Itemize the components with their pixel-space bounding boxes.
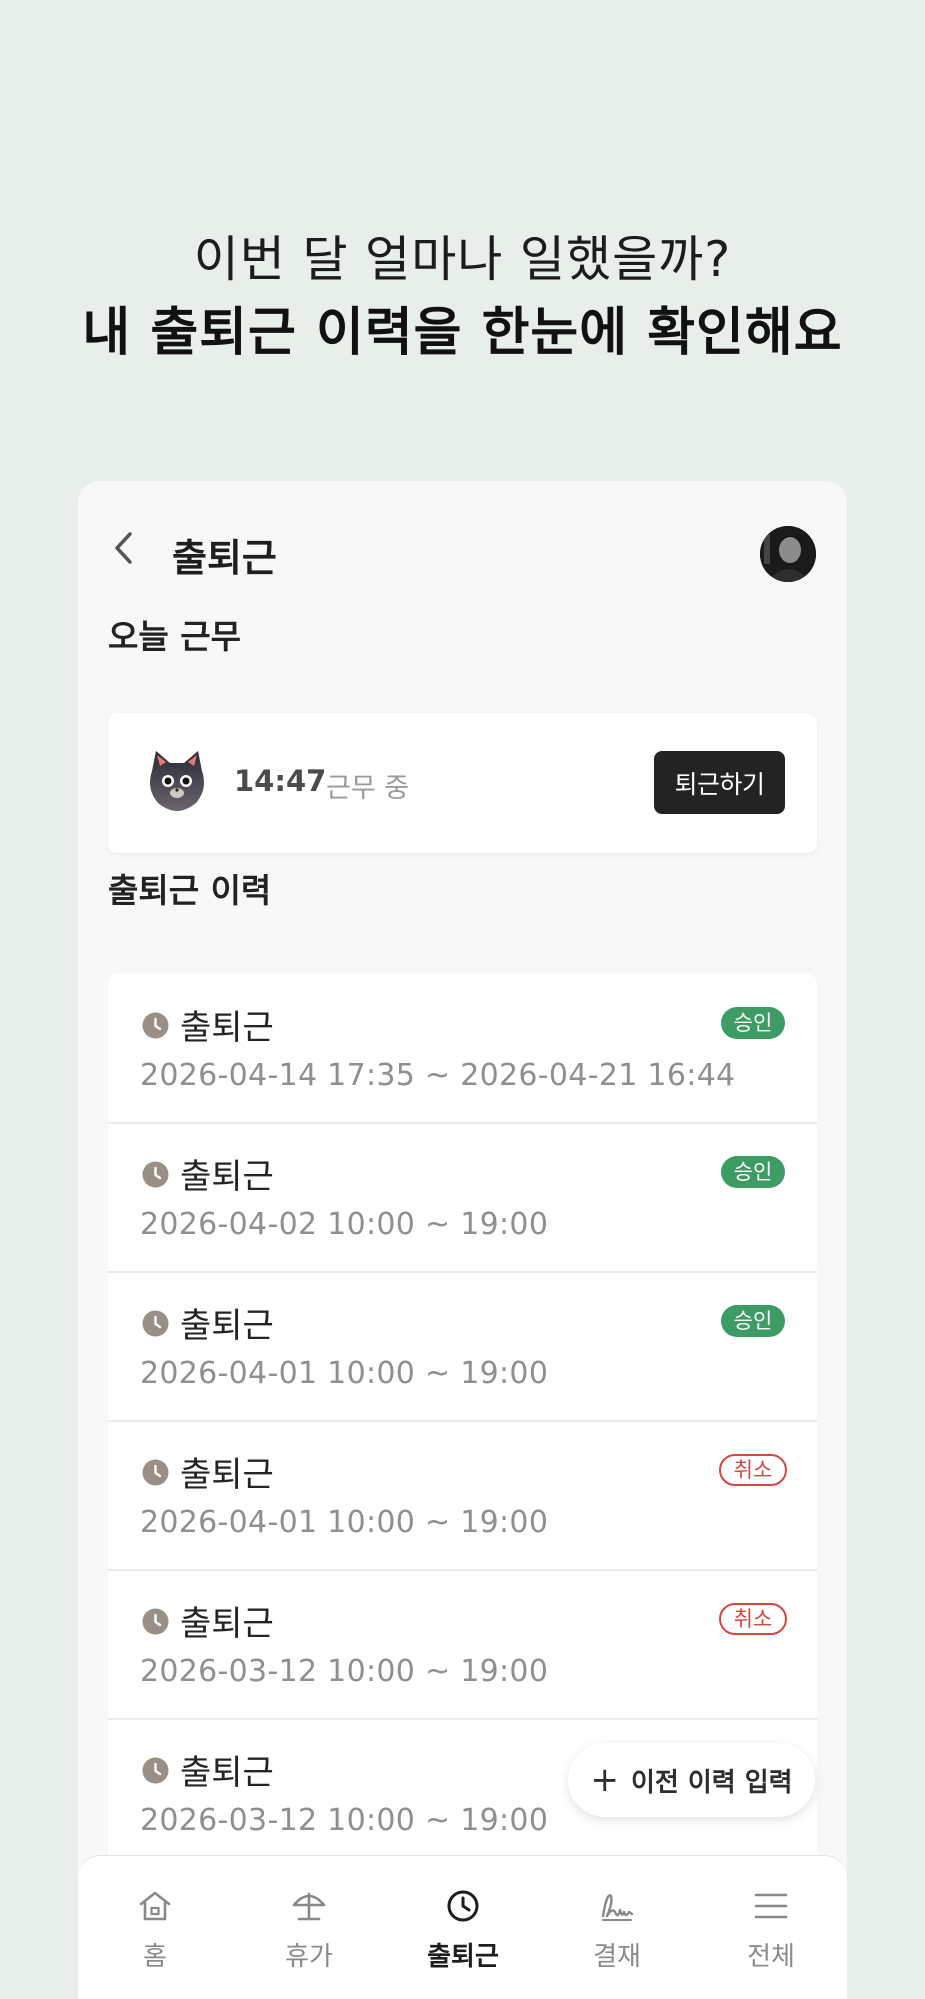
cat-avatar-icon <box>150 751 204 811</box>
work-time: 14:47 <box>234 764 327 798</box>
history-row-date: 2026-03-12 10:00 ~ 19:00 <box>140 1803 549 1838</box>
tab-vacation-label: 휴가 <box>285 1942 333 1972</box>
tab-approval[interactable]: 결재 <box>540 1856 694 1999</box>
history-row-date: 2026-04-01 10:00 ~ 19:00 <box>140 1505 549 1540</box>
promo-headline: 이번 달 얼마나 일했을까? 내 출퇴근 이력을 한눈에 확인해요 <box>0 225 925 371</box>
clock-icon <box>447 1890 479 1922</box>
menu-icon <box>754 1893 788 1919</box>
history-row[interactable]: 출퇴근 2026-04-01 10:00 ~ 19:00 승인 <box>108 1272 817 1422</box>
umbrella-icon <box>292 1892 326 1921</box>
leave-work-button[interactable]: 퇴근하기 <box>654 751 785 814</box>
history-row[interactable]: 출퇴근 2026-03-12 10:00 ~ 19:00 취소 <box>108 1570 817 1720</box>
clock-icon <box>142 1310 169 1337</box>
tab-home-label: 홈 <box>143 1942 167 1972</box>
history-row[interactable]: 출퇴근 2026-04-14 17:35 ~ 2026-04-21 16:44 승인 <box>108 974 817 1124</box>
headline-line-2: 내 출퇴근 이력을 한눈에 확인해요 <box>82 303 843 363</box>
page-title: 출퇴근 <box>172 536 277 580</box>
history-row-title: 출퇴근 <box>180 1008 274 1048</box>
work-status: 근무 중 <box>326 773 410 804</box>
history-row-title: 출퇴근 <box>180 1157 274 1197</box>
tab-approval-label: 결재 <box>593 1942 641 1972</box>
history-row-title: 출퇴근 <box>180 1753 274 1793</box>
history-row-title: 출퇴근 <box>180 1604 274 1644</box>
today-work-card: 14:47 근무 중 퇴근하기 <box>108 713 817 853</box>
status-badge: 취소 <box>719 1454 787 1486</box>
tab-attendance-label: 출퇴근 <box>427 1942 499 1972</box>
clock-icon <box>142 1012 169 1039</box>
bottom-tab-bar: 홈 휴가 출퇴근 결재 전체 <box>78 1856 847 1999</box>
status-badge: 승인 <box>721 1156 785 1188</box>
history-row-date: 2026-03-12 10:00 ~ 19:00 <box>140 1654 549 1689</box>
headline-line-1: 이번 달 얼마나 일했을까? <box>193 231 732 288</box>
history-row-title: 출퇴근 <box>180 1455 274 1495</box>
history-row[interactable]: 출퇴근 2026-04-01 10:00 ~ 19:00 취소 <box>108 1421 817 1571</box>
app-screen: 출퇴근 오늘 근무 14:47 근무 중 퇴근하기 출퇴근 이력 출퇴근 202… <box>78 481 847 1999</box>
status-badge: 승인 <box>721 1305 785 1337</box>
tab-vacation[interactable]: 휴가 <box>232 1856 386 1999</box>
avatar[interactable] <box>760 526 816 582</box>
tab-all-label: 전체 <box>747 1942 795 1972</box>
tab-home[interactable]: 홈 <box>78 1856 232 1999</box>
plus-icon: + <box>590 1760 619 1800</box>
history-row-date: 2026-04-02 10:00 ~ 19:00 <box>140 1207 549 1242</box>
status-badge: 취소 <box>719 1603 787 1635</box>
history-row-date: 2026-04-14 17:35 ~ 2026-04-21 16:44 <box>140 1058 736 1093</box>
tab-attendance[interactable]: 출퇴근 <box>386 1856 540 1999</box>
tab-all[interactable]: 전체 <box>694 1856 847 1999</box>
today-section-title: 오늘 근무 <box>108 617 241 656</box>
history-row[interactable]: 출퇴근 2026-04-02 10:00 ~ 19:00 승인 <box>108 1123 817 1273</box>
back-arrow-icon[interactable] <box>108 528 142 568</box>
status-badge: 승인 <box>721 1007 785 1039</box>
history-section-title: 출퇴근 이력 <box>108 871 272 910</box>
clock-icon <box>142 1161 169 1188</box>
add-past-record-label: 이전 이력 입력 <box>630 1767 793 1798</box>
clock-icon <box>142 1608 169 1635</box>
top-bar: 출퇴근 <box>78 481 847 621</box>
home-icon <box>139 1891 171 1921</box>
clock-icon <box>142 1757 169 1784</box>
add-past-record-button[interactable]: + 이전 이력 입력 <box>568 1743 815 1817</box>
signature-icon <box>601 1894 634 1921</box>
history-row-title: 출퇴근 <box>180 1306 274 1346</box>
history-row-date: 2026-04-01 10:00 ~ 19:00 <box>140 1356 549 1391</box>
clock-icon <box>142 1459 169 1486</box>
